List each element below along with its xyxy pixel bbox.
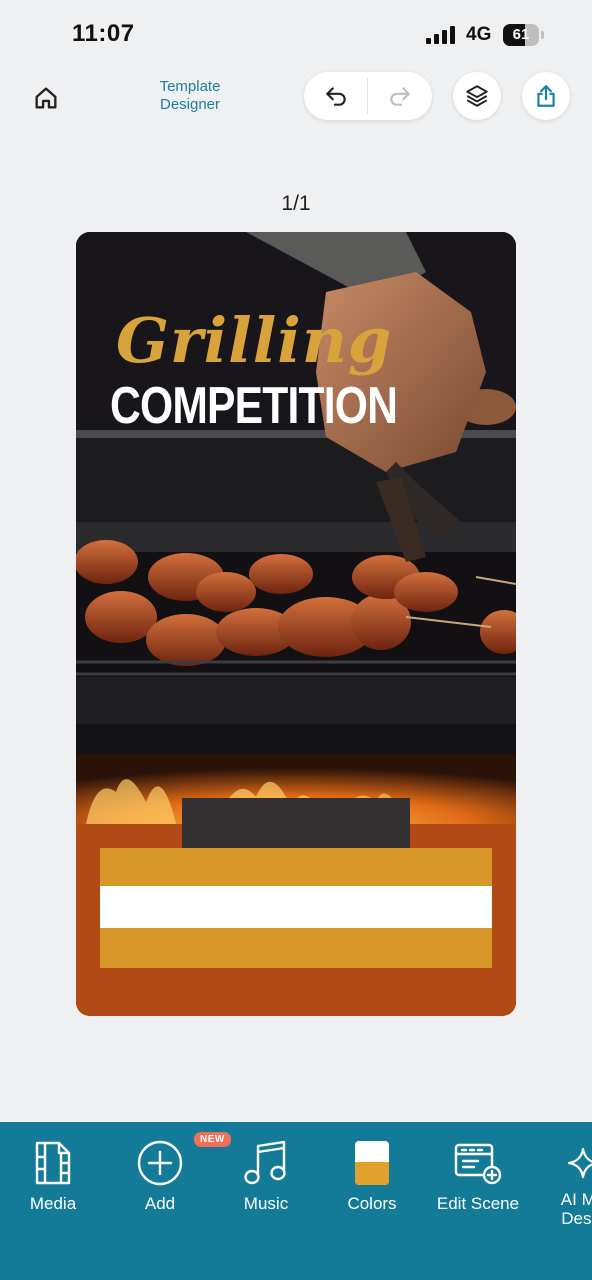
design-canvas[interactable]: Grilling COMPETITION bbox=[76, 232, 516, 1016]
top-bar: Template Designer bbox=[0, 64, 592, 134]
colors-tool[interactable]: Colors bbox=[319, 1136, 425, 1236]
bottom-toolbar: Media NEW Add Music Colors Edit Scene AI… bbox=[0, 1122, 592, 1280]
network-type: 4G bbox=[466, 24, 492, 45]
battery-level: 61 bbox=[512, 26, 530, 43]
music-note-icon bbox=[244, 1140, 286, 1185]
page-indicator: 1/1 bbox=[281, 192, 311, 215]
media-icon bbox=[35, 1141, 71, 1185]
redo-button[interactable] bbox=[368, 72, 432, 120]
ai-design-label: AI Ma Desig bbox=[561, 1190, 592, 1228]
edit-scene-label: Edit Scene bbox=[436, 1194, 520, 1213]
dark-placeholder-box[interactable] bbox=[182, 798, 410, 848]
status-bar: 11:07 4G 61 bbox=[0, 0, 592, 64]
ai-design-label-line1: AI Ma bbox=[560, 1190, 592, 1209]
media-label: Media bbox=[29, 1194, 77, 1213]
ai-design-label-line2: Desig bbox=[561, 1209, 592, 1228]
white-text-bar[interactable] bbox=[100, 886, 492, 928]
layers-button[interactable] bbox=[453, 72, 501, 120]
home-button[interactable] bbox=[26, 78, 66, 118]
undo-redo-group bbox=[304, 72, 432, 120]
script-title-text[interactable]: Grilling bbox=[116, 304, 392, 377]
ai-design-tool[interactable]: AI Ma Desig bbox=[530, 1136, 592, 1236]
edit-scene-icon bbox=[454, 1143, 502, 1185]
edit-scene-tool[interactable]: Edit Scene bbox=[425, 1136, 531, 1236]
share-button[interactable] bbox=[522, 72, 570, 120]
color-swatch-icon bbox=[355, 1141, 389, 1185]
add-label: Add bbox=[144, 1194, 176, 1213]
add-tool[interactable]: NEW Add bbox=[107, 1132, 231, 1236]
home-icon bbox=[35, 87, 57, 109]
colors-label: Colors bbox=[347, 1194, 397, 1213]
music-tool[interactable]: Music bbox=[213, 1136, 319, 1236]
media-tool[interactable]: Media bbox=[0, 1136, 106, 1236]
app-title: Template Designer bbox=[159, 78, 221, 113]
gold-bar-bottom[interactable] bbox=[100, 928, 492, 968]
redo-icon bbox=[390, 87, 410, 106]
share-icon bbox=[537, 85, 555, 107]
undo-icon bbox=[326, 87, 346, 106]
gold-bar-top[interactable] bbox=[100, 848, 492, 886]
battery-tip bbox=[541, 31, 544, 39]
battery-icon: 61 bbox=[503, 24, 539, 46]
headline-text[interactable]: COMPETITION bbox=[110, 376, 398, 436]
add-circle-icon bbox=[137, 1140, 183, 1186]
undo-button[interactable] bbox=[304, 72, 368, 120]
layers-icon bbox=[466, 85, 488, 107]
cellular-signal-icon bbox=[426, 26, 458, 44]
status-time: 11:07 bbox=[72, 20, 135, 47]
sparkle-icon bbox=[567, 1147, 592, 1179]
music-label: Music bbox=[243, 1194, 289, 1213]
